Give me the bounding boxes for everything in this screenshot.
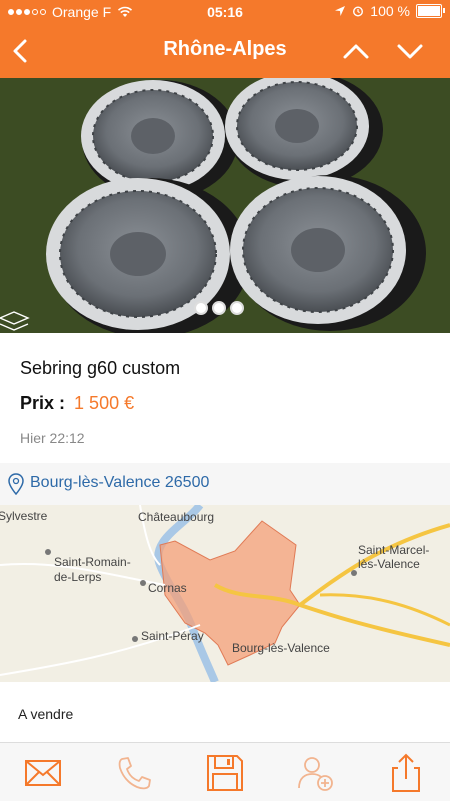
chevron-up-icon	[343, 44, 369, 59]
message-button[interactable]	[21, 751, 65, 795]
share-icon	[392, 753, 420, 792]
price-label: Prix :	[20, 393, 66, 413]
next-listing-button[interactable]	[392, 36, 428, 66]
status-bar: Orange F 05:16 100 %	[0, 0, 450, 24]
map-label-cornas: Cornas	[148, 581, 187, 595]
photo-pager[interactable]	[194, 301, 244, 315]
mail-icon	[25, 760, 61, 786]
map-canvas	[0, 505, 450, 682]
map-label-saint-romain: Saint-Romain-	[54, 555, 131, 569]
battery-icon	[416, 4, 445, 18]
save-button[interactable]	[203, 751, 247, 795]
map-label-chateaubourg: Châteaubourg	[138, 510, 215, 524]
map-label-saint-marcel: Saint-Marcel-	[358, 543, 430, 557]
map-label-de-lerps: de-Lerps	[54, 570, 102, 584]
add-contact-button[interactable]	[294, 751, 338, 795]
price-value: 1 500 €	[74, 393, 135, 413]
pager-dot-3[interactable]	[230, 301, 244, 315]
listing-photo[interactable]	[0, 78, 450, 333]
map-pin-icon	[8, 473, 24, 495]
listing-price: Prix : 1 500 €	[20, 393, 134, 414]
map-label-sylvestre: Sylvestre	[0, 509, 48, 523]
previous-listing-button[interactable]	[338, 36, 374, 66]
app-header: Orange F 05:16 100 % Rhône-Alpes	[0, 0, 450, 78]
call-button[interactable]	[112, 751, 156, 795]
pager-dot-1[interactable]	[194, 301, 208, 315]
page-title: Rhône-Alpes	[163, 38, 287, 60]
alarm-icon	[353, 6, 364, 17]
listing-title: Sebring g60 custom	[20, 358, 181, 378]
pager-dot-2[interactable]	[212, 301, 226, 315]
nav-bar: Rhône-Alpes	[0, 28, 450, 74]
save-icon	[207, 755, 243, 791]
map-label-les-valence: lès-Valence	[358, 557, 420, 571]
map-label-saint-peray: Saint-Péray	[141, 629, 204, 643]
location-link[interactable]: Bourg-lès-Valence 26500	[30, 474, 209, 492]
location-arrow-icon	[335, 6, 346, 16]
chevron-down-icon	[397, 44, 423, 59]
listing-description: A vendre	[18, 706, 74, 722]
location-row[interactable]: Bourg-lès-Valence 26500	[0, 463, 450, 505]
share-button[interactable]	[384, 751, 428, 795]
add-contact-icon	[298, 757, 333, 791]
wheels-photo	[0, 78, 450, 333]
status-right: 100 %	[334, 3, 445, 19]
location-map[interactable]: Sylvestre Châteaubourg Saint-Romain- de-…	[0, 505, 450, 682]
battery-percent: 100 %	[370, 3, 410, 19]
map-label-bourg-les-valence: Bourg-lès-Valence	[232, 641, 330, 655]
listing-date: Hier 22:12	[20, 430, 85, 446]
bottom-toolbar	[0, 742, 450, 801]
phone-icon	[118, 757, 151, 790]
